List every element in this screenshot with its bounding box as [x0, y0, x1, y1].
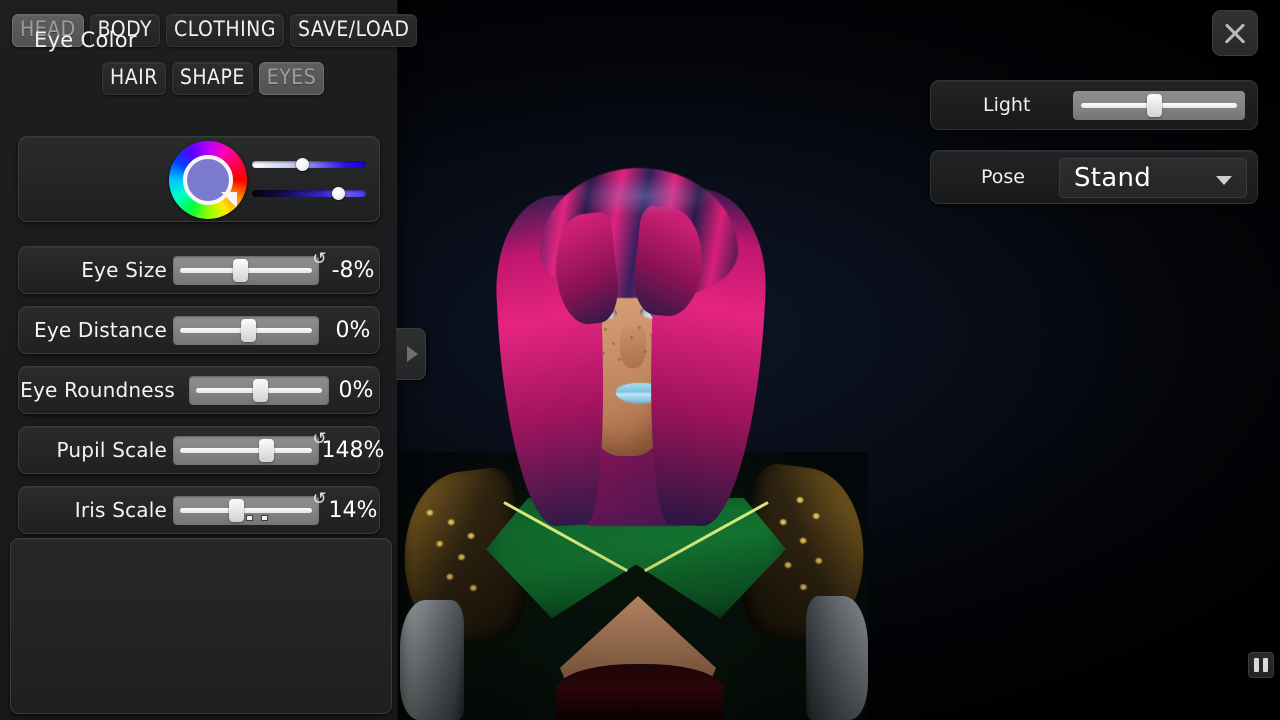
tab-save-load[interactable]: SAVE/LOAD — [289, 14, 418, 47]
color-wheel-icon[interactable] — [169, 141, 247, 219]
tab-eyes[interactable]: EYES — [258, 62, 325, 95]
tab-hair[interactable]: HAIR — [102, 62, 166, 95]
slider-handle-eye-size[interactable] — [233, 259, 248, 282]
slider-handle-eye-distance[interactable] — [241, 319, 256, 342]
pause-icon-bar-2 — [1263, 658, 1268, 672]
secondary-tab-bar: HAIR SHAPE EYES — [102, 62, 325, 95]
slider-track-eye-size[interactable] — [173, 256, 319, 285]
brightness-slider-handle[interactable] — [332, 187, 345, 200]
slider-handle-eye-roundness[interactable] — [253, 379, 268, 402]
tab-shape[interactable]: SHAPE — [171, 62, 253, 95]
tab-clothing[interactable]: CLOTHING — [166, 14, 284, 47]
saturation-slider[interactable] — [252, 161, 366, 168]
slider-value-eye-size: -8% — [331, 257, 375, 283]
slider-value-eye-roundness: 0% — [338, 377, 374, 403]
slider-row-pupil-scale: Pupil Scale ↺ 148% — [18, 426, 385, 474]
slider-row-eye-size: Eye Size ↺ -8% — [18, 246, 380, 294]
light-slider-handle[interactable] — [1147, 94, 1162, 117]
character-creator-screen: HEAD BODY CLOTHING SAVE/LOAD HAIR SHAPE … — [0, 0, 1280, 720]
slider-line — [180, 448, 312, 453]
slider-label-pupil-scale: Pupil Scale — [56, 438, 167, 462]
pose-label: Pose — [981, 166, 1025, 188]
empty-options-panel — [10, 538, 392, 714]
slider-label-iris-scale: Iris Scale — [74, 498, 167, 522]
slider-row-iris-scale: Iris Scale ↺ 14% — [18, 486, 380, 534]
pose-selected-value: Stand — [1074, 163, 1152, 193]
slider-value-eye-distance: 0% — [335, 317, 371, 343]
slider-track-eye-distance[interactable] — [173, 316, 319, 345]
slider-label-eye-roundness: Eye Roundness — [20, 378, 175, 402]
slider-handle-iris-scale[interactable] — [229, 499, 244, 522]
pose-panel: Pose Stand — [930, 150, 1258, 204]
slider-line — [180, 508, 312, 513]
light-panel: Light — [930, 80, 1258, 130]
brightness-slider[interactable] — [252, 190, 366, 197]
slider-row-eye-roundness: Eye Roundness 0% — [18, 366, 380, 414]
slider-track-pupil-scale[interactable] — [173, 436, 319, 465]
pose-dropdown[interactable]: Stand — [1059, 158, 1247, 198]
pause-icon-bar-1 — [1254, 658, 1259, 672]
collapse-panel-button[interactable] — [396, 328, 426, 380]
eye-color-label: Eye Color — [34, 28, 137, 52]
slider-handle-pupil-scale[interactable] — [259, 439, 274, 462]
light-slider-track[interactable] — [1073, 91, 1245, 120]
close-button[interactable] — [1212, 10, 1258, 56]
pause-button[interactable] — [1248, 652, 1274, 678]
slider-value-pupil-scale: 148% — [321, 437, 385, 463]
slider-row-eye-distance: Eye Distance 0% — [18, 306, 380, 354]
slider-track-eye-roundness[interactable] — [189, 376, 329, 405]
drag-cursor-icon — [247, 513, 267, 522]
slider-label-eye-size: Eye Size — [81, 258, 167, 282]
customization-sidebar: HEAD BODY CLOTHING SAVE/LOAD HAIR SHAPE … — [0, 0, 418, 720]
slider-label-eye-distance: Eye Distance — [34, 318, 167, 342]
slider-track-iris-scale[interactable] — [173, 496, 319, 525]
saturation-slider-handle[interactable] — [296, 158, 309, 171]
chevron-down-icon — [1216, 176, 1232, 185]
light-label: Light — [983, 94, 1031, 116]
slider-value-iris-scale: 14% — [328, 497, 378, 523]
chevron-right-icon — [406, 346, 418, 362]
